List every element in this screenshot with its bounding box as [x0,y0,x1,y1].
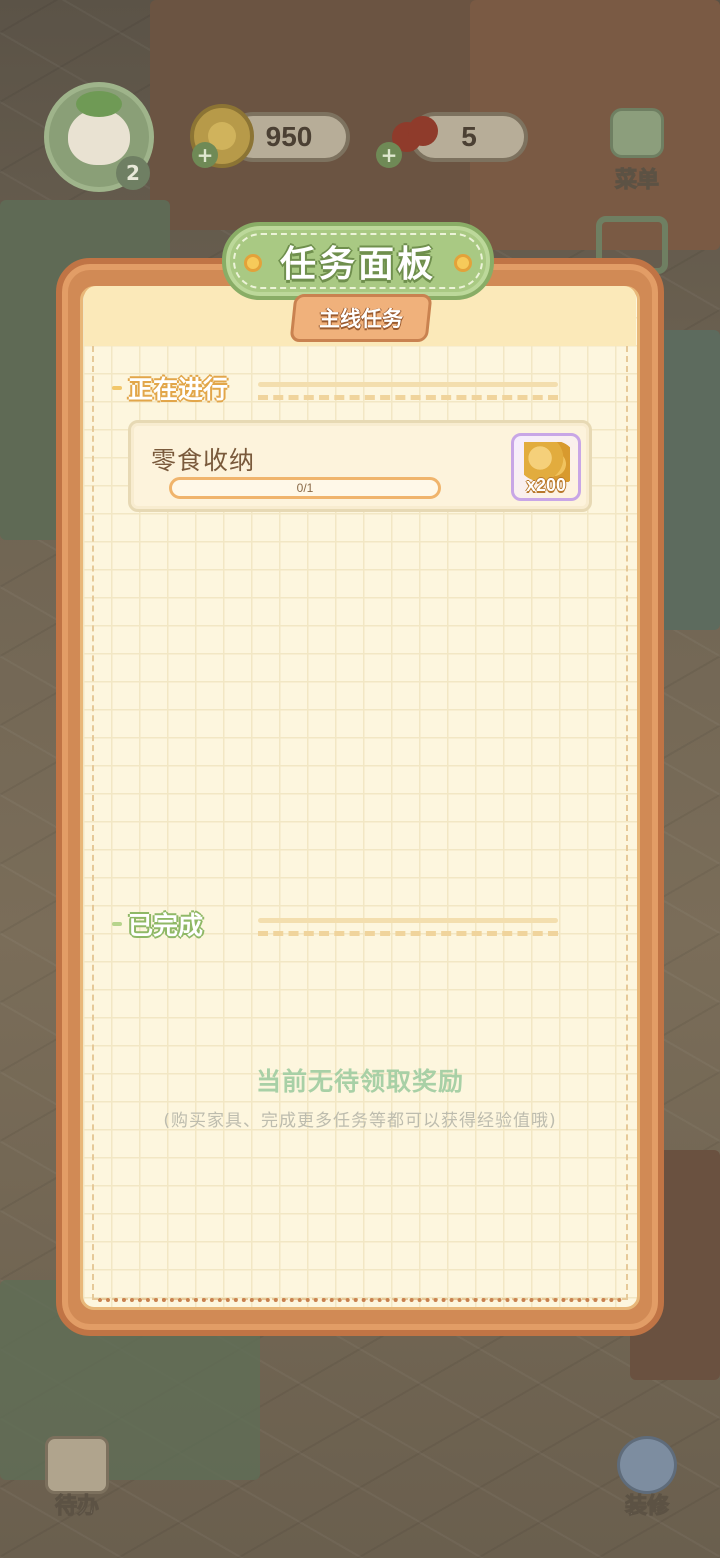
section-completed-label: 已完成 [128,911,204,940]
task-card[interactable]: 零食收纳 0/1 x200 [128,420,592,512]
task-name: 零食收纳 [151,446,256,475]
coin-count: 950 [265,121,313,152]
menu-label: 菜单 [614,168,659,194]
empty-reward-message: 当前无待领取奖励 [255,1067,464,1096]
task-reward-qty: x200 [525,475,567,495]
task-reward[interactable]: x200 [511,433,581,501]
tab-main-quest-label: 主线任务 [319,307,403,331]
section-divider [258,382,558,400]
plaque-rivet-icon [244,254,262,272]
menu-button[interactable]: 菜单 [604,108,670,194]
avatar-character-icon [68,91,130,165]
decorate-icon [617,1436,677,1494]
section-divider [258,918,558,936]
section-completed: 已完成 [112,906,203,942]
task-progress-text: 0/1 [296,481,314,495]
section-in-progress-label: 正在进行 [128,375,229,404]
player-level-badge: 2 [116,156,150,190]
add-coins-button[interactable]: + [192,142,218,168]
todo-list-icon [45,1436,109,1494]
plaque-rivet-icon [454,254,472,272]
bullet-icon [112,386,122,390]
todo-button[interactable]: 待办 [38,1436,116,1520]
todo-label: 待办 [54,1494,99,1520]
cherry-count: 5 [461,121,477,152]
add-cherries-button[interactable]: + [376,142,402,168]
task-progress-bar: 0/1 [169,477,441,499]
tab-main-quest[interactable]: 主线任务 [289,294,433,342]
paper-torn-edge [98,1290,622,1302]
panel-title-plaque: 任务面板 [222,222,494,300]
bullet-icon [112,922,122,926]
empty-reward-hint: (购买家具、完成更多任务等都可以获得经验值哦) [163,1111,557,1131]
section-in-progress: 正在进行 [112,370,228,406]
tv-menu-icon [610,108,664,158]
decorate-button[interactable]: 装修 [608,1436,686,1520]
decorate-label: 装修 [624,1494,669,1520]
panel-title: 任务面板 [279,244,436,285]
